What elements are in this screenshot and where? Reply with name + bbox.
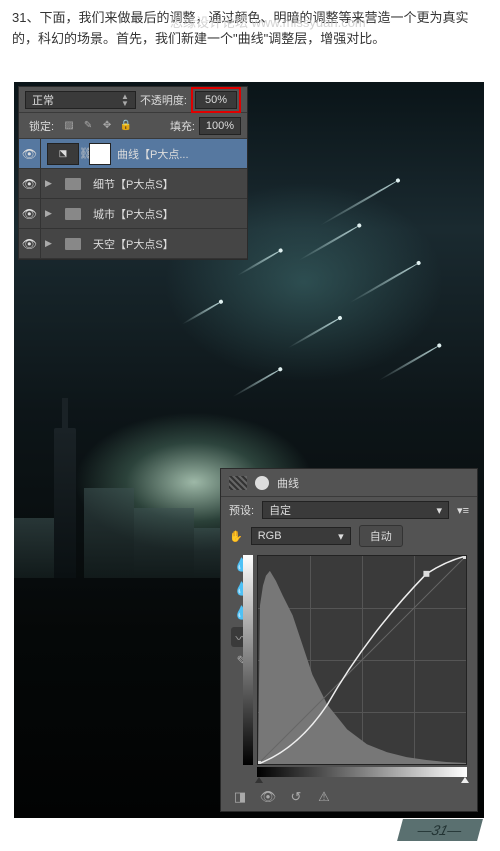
folder-icon: [65, 178, 81, 190]
curve-editor[interactable]: [257, 555, 471, 777]
lock-position-icon[interactable]: ✥: [100, 119, 114, 133]
preset-label: 预设:: [229, 502, 254, 518]
adjustment-thumb-icon: ⬔: [47, 143, 79, 165]
layer-curves-adjustment[interactable]: 👁 ⬔ ⛓ 曲线【P大点...: [19, 139, 247, 169]
panel-menu-icon[interactable]: ▾≡: [457, 504, 469, 517]
visibility-toggle-icon[interactable]: 👁: [19, 229, 41, 259]
opacity-highlight: 50%: [191, 87, 241, 113]
preset-select[interactable]: 自定 ▾: [262, 501, 449, 519]
dropdown-arrows-icon: ▲▼: [121, 93, 129, 107]
building: [14, 518, 54, 578]
watermark: 思缘设计论坛 www.missyuan.com: [170, 12, 366, 31]
layers-panel: 正常 ▲▼ 不透明度: 50% 锁定: ▨ ✎ ✥ 🔒 填充: 100% 👁 ⬔…: [18, 86, 248, 260]
composite-preview: 正常 ▲▼ 不透明度: 50% 锁定: ▨ ✎ ✥ 🔒 填充: 100% 👁 ⬔…: [14, 82, 484, 818]
adjustment-icon: [229, 476, 247, 490]
warning-icon: ⚠: [313, 787, 335, 807]
auto-button[interactable]: 自动: [359, 525, 403, 547]
layer-name: 细节【P大点S】: [93, 176, 174, 192]
channel-select[interactable]: RGB ▾: [251, 527, 351, 545]
folder-icon: [65, 208, 81, 220]
dropdown-icon: ▾: [437, 504, 443, 517]
curve-grid[interactable]: [257, 555, 467, 765]
mask-icon[interactable]: [255, 476, 269, 490]
mask-thumb[interactable]: [89, 143, 111, 165]
layer-folder-sky[interactable]: 👁 ▶ 天空【P大点S】: [19, 229, 247, 259]
channel-value: RGB: [258, 530, 282, 542]
view-previous-icon[interactable]: 👁: [257, 787, 279, 807]
layer-folder-detail[interactable]: 👁 ▶ 细节【P大点S】: [19, 169, 247, 199]
visibility-toggle-icon[interactable]: 👁: [19, 169, 41, 199]
curve-line[interactable]: [258, 556, 466, 764]
input-gradient[interactable]: [257, 767, 467, 777]
spire: [62, 398, 68, 428]
hand-tool-icon[interactable]: ✋: [229, 530, 243, 543]
dropdown-icon: ▾: [338, 530, 344, 543]
visibility-toggle-icon[interactable]: 👁: [19, 139, 41, 169]
expand-toggle-icon[interactable]: ▶: [45, 238, 59, 249]
link-icon: ⛓: [79, 147, 87, 160]
opacity-label: 不透明度:: [140, 92, 187, 108]
city-silhouette: [14, 398, 254, 578]
layer-name: 天空【P大点S】: [93, 236, 174, 252]
fill-input[interactable]: 100%: [199, 117, 241, 135]
layer-folder-city[interactable]: 👁 ▶ 城市【P大点S】: [19, 199, 247, 229]
building: [134, 508, 194, 578]
tower: [54, 428, 76, 578]
output-gradient: [243, 555, 253, 765]
curves-panel: 曲线 预设: 自定 ▾ ▾≡ ✋ RGB ▾ 自动 💧 💧 💧 〰 ✎: [220, 468, 478, 812]
fill-label: 填充:: [170, 118, 195, 134]
preset-value: 自定: [269, 502, 291, 518]
folder-icon: [65, 238, 81, 250]
lock-all-icon[interactable]: 🔒: [119, 119, 133, 133]
building: [84, 488, 134, 578]
clip-to-layer-icon[interactable]: ◨: [229, 787, 251, 807]
layer-name: 城市【P大点S】: [93, 206, 174, 222]
curves-title: 曲线: [277, 475, 299, 491]
expand-toggle-icon[interactable]: ▶: [45, 208, 59, 219]
black-point-slider[interactable]: [255, 777, 263, 783]
visibility-toggle-icon[interactable]: 👁: [19, 199, 41, 229]
lock-label: 锁定:: [29, 118, 54, 134]
expand-toggle-icon[interactable]: ▶: [45, 178, 59, 189]
white-point-slider[interactable]: [461, 777, 469, 783]
opacity-input[interactable]: 50%: [195, 91, 237, 109]
page-number: —31—: [397, 819, 482, 841]
blend-mode-value: 正常: [32, 92, 54, 108]
layer-name: 曲线【P大点...: [117, 146, 189, 162]
lock-pixels-icon[interactable]: ✎: [81, 119, 95, 133]
reset-icon[interactable]: ↺: [285, 787, 307, 807]
lock-transparent-icon[interactable]: ▨: [62, 119, 76, 133]
blend-mode-select[interactable]: 正常 ▲▼: [25, 91, 136, 109]
